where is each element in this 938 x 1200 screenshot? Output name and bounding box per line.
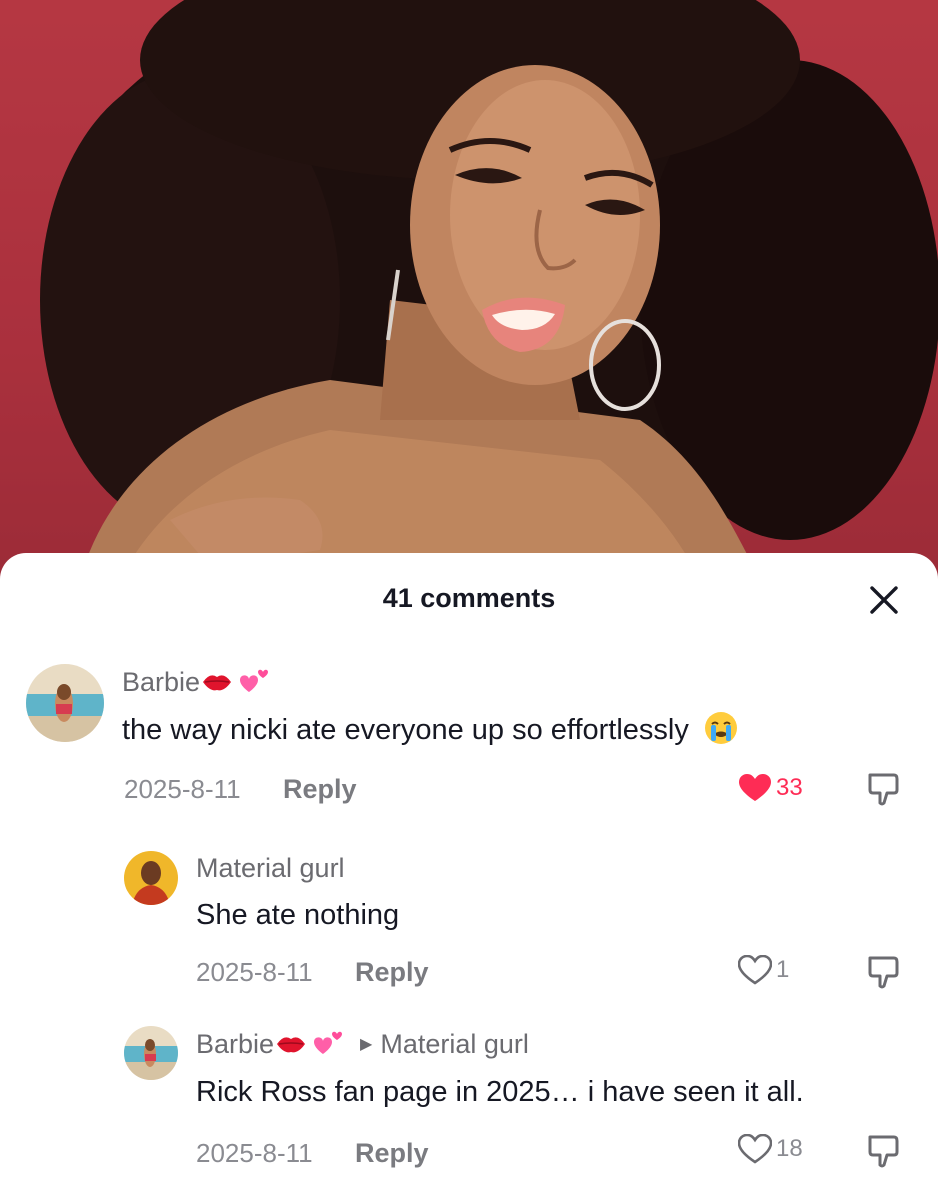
comment-date: 2025-8-11: [196, 957, 313, 987]
like-count: 33: [776, 774, 803, 801]
comment-text: Rick Ross fan page in 2025… i have seen …: [196, 1076, 804, 1108]
comment-text-content: the way nicki ate everyone up so effortl…: [122, 714, 689, 746]
heart-icon: [738, 955, 772, 985]
like-button[interactable]: 33: [738, 773, 803, 803]
comment-username[interactable]: Material gurl: [196, 853, 345, 884]
two-hearts-emoji: [314, 1031, 343, 1054]
avatar-material-gurl[interactable]: [124, 851, 178, 905]
username-text: Barbie: [122, 666, 201, 697]
comment-date: 2025-8-11: [196, 1138, 313, 1168]
reply-button[interactable]: Reply: [355, 1138, 429, 1169]
reply-button[interactable]: Reply: [355, 957, 429, 988]
dislike-icon[interactable]: [864, 953, 902, 991]
dislike-icon[interactable]: [864, 770, 902, 808]
like-count: 1: [776, 956, 790, 983]
comment-text: She ate nothing: [196, 899, 400, 931]
kiss-lips-emoji: [277, 1037, 306, 1053]
comment-text: the way nicki ate everyone up so effortl…: [122, 712, 739, 747]
video-frame[interactable]: [0, 0, 938, 580]
dislike-icon[interactable]: [864, 1132, 902, 1170]
reply-to-username[interactable]: Material gurl: [380, 1029, 529, 1060]
avatar-barbie[interactable]: [124, 1026, 178, 1080]
comment-username-row: Barbie ▶ Material gurl: [196, 1028, 529, 1060]
close-icon[interactable]: [866, 582, 902, 618]
like-count: 18: [776, 1135, 803, 1162]
avatar-barbie[interactable]: [26, 664, 104, 742]
kiss-lips-emoji: [203, 675, 232, 691]
reply-button[interactable]: Reply: [283, 774, 357, 805]
reply-to-arrow-icon: ▶: [360, 1036, 373, 1053]
comment-date: 2025-8-11: [124, 774, 241, 804]
comment-username[interactable]: Barbie: [196, 1029, 274, 1060]
video-still-image: [0, 0, 938, 580]
heart-icon: [739, 774, 771, 801]
two-hearts-emoji: [240, 669, 269, 692]
like-button[interactable]: 1: [738, 955, 789, 985]
heart-icon: [738, 1134, 772, 1164]
comment-username[interactable]: Barbie: [122, 666, 274, 698]
crying-emoji: [704, 712, 737, 745]
comments-count-title: 41 comments: [382, 583, 556, 613]
like-button[interactable]: 18: [738, 1134, 803, 1164]
